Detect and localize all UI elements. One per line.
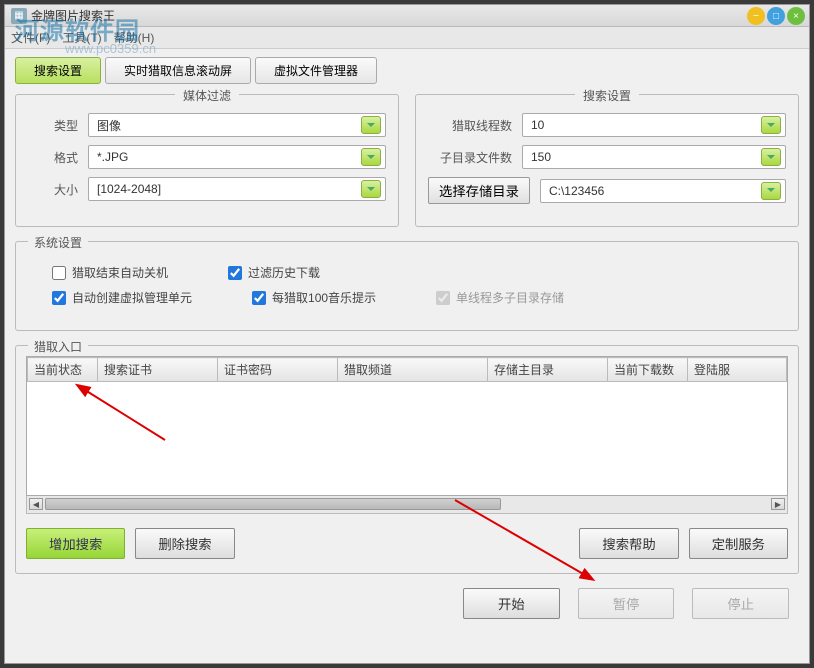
type-combo[interactable]: 图像 [88,113,386,137]
type-label: 类型 [28,117,78,134]
threads-label: 猎取线程数 [428,117,512,134]
system-settings-legend: 系统设置 [28,234,88,251]
size-value: [1024-2048] [93,182,361,196]
custom-service-button[interactable]: 定制服务 [689,528,788,559]
menu-tools[interactable]: 工具(T) [62,29,101,46]
maximize-button[interactable]: □ [767,7,785,25]
window-title: 金牌图片搜索王 [31,7,115,24]
type-value: 图像 [93,117,361,134]
window-controls: − □ × [747,7,805,25]
entry-panel: 猎取入口 当前状态 搜索证书 证书密码 猎取频道 存储主目录 当前下载数 登陆服… [15,345,799,574]
col-count[interactable]: 当前下载数 [608,358,688,382]
threads-combo[interactable]: 10 [522,113,786,137]
close-button[interactable]: × [787,7,805,25]
size-label: 大小 [28,181,78,198]
checkbox-icon[interactable] [252,291,266,305]
checkbox-icon[interactable] [52,266,66,280]
chevron-down-icon[interactable] [361,180,381,198]
chevron-down-icon[interactable] [361,116,381,134]
chk-music-hint[interactable]: 每猎取100音乐提示 [252,289,376,306]
col-dir[interactable]: 存储主目录 [488,358,608,382]
col-cert[interactable]: 搜索证书 [98,358,218,382]
choose-dir-button[interactable]: 选择存储目录 [428,177,530,204]
dir-value: C:\123456 [545,184,761,198]
tab-virtual-file-manager[interactable]: 虚拟文件管理器 [255,57,377,84]
dir-combo[interactable]: C:\123456 [540,179,786,203]
search-settings-panel: 搜索设置 猎取线程数 10 子目录文件数 150 选择存储目录 [415,94,799,227]
start-button[interactable]: 开始 [463,588,560,619]
chevron-down-icon[interactable] [761,182,781,200]
col-status[interactable]: 当前状态 [28,358,98,382]
scroll-thumb[interactable] [45,498,501,510]
col-pwd[interactable]: 证书密码 [218,358,338,382]
menubar: 文件(F) 工具(T) 帮助(H) [5,27,809,49]
chevron-down-icon[interactable] [361,148,381,166]
chevron-down-icon[interactable] [761,116,781,134]
checkbox-icon [436,291,450,305]
pause-button: 暂停 [578,588,675,619]
menu-file[interactable]: 文件(F) [11,29,50,46]
format-combo[interactable]: *.JPG [88,145,386,169]
size-combo[interactable]: [1024-2048] [88,177,386,201]
chevron-down-icon[interactable] [761,148,781,166]
app-window: 河源软件园 www.pc0359.cn ▦ 金牌图片搜索王 − □ × 文件(F… [4,4,810,664]
delete-search-button[interactable]: 删除搜索 [135,528,234,559]
checkbox-icon[interactable] [52,291,66,305]
content-area: 搜索设置 实时猎取信息滚动屏 虚拟文件管理器 媒体过滤 类型 图像 格式 *.J… [5,49,809,627]
entry-button-row: 增加搜索 删除搜索 搜索帮助 定制服务 [26,528,788,559]
col-login[interactable]: 登陆服 [688,358,787,382]
col-channel[interactable]: 猎取频道 [338,358,488,382]
entry-table[interactable]: 当前状态 搜索证书 证书密码 猎取频道 存储主目录 当前下载数 登陆服 [26,356,788,496]
subfiles-combo[interactable]: 150 [522,145,786,169]
media-filter-panel: 媒体过滤 类型 图像 格式 *.JPG 大小 [15,94,399,227]
add-search-button[interactable]: 增加搜索 [26,528,125,559]
threads-value: 10 [527,118,761,132]
scroll-right-icon[interactable]: ▶ [771,498,785,510]
stop-button: 停止 [692,588,789,619]
subfiles-label: 子目录文件数 [428,149,512,166]
menu-help[interactable]: 帮助(H) [114,29,155,46]
footer-buttons: 开始 暂停 停止 [15,588,799,619]
search-settings-legend: 搜索设置 [575,87,639,104]
horizontal-scrollbar[interactable]: ◀ ▶ [26,496,788,514]
chk-shutdown[interactable]: 猎取结束自动关机 [52,264,168,281]
checkbox-icon[interactable] [228,266,242,280]
scroll-left-icon[interactable]: ◀ [29,498,43,510]
minimize-button[interactable]: − [747,7,765,25]
format-label: 格式 [28,149,78,166]
titlebar: ▦ 金牌图片搜索王 − □ × [5,5,809,27]
top-panels: 媒体过滤 类型 图像 格式 *.JPG 大小 [15,94,799,227]
chk-single-thread: 单线程多子目录存储 [436,289,564,306]
subfiles-value: 150 [527,150,761,164]
tab-bar: 搜索设置 实时猎取信息滚动屏 虚拟文件管理器 [15,57,799,84]
search-help-button[interactable]: 搜索帮助 [579,528,678,559]
app-icon: ▦ [11,8,27,24]
system-settings-panel: 系统设置 猎取结束自动关机 过滤历史下载 自动创建虚拟管理单元 每猎取100音乐… [15,241,799,331]
format-value: *.JPG [93,150,361,164]
chk-auto-vm[interactable]: 自动创建虚拟管理单元 [52,289,192,306]
media-filter-legend: 媒体过滤 [175,87,239,104]
entry-legend: 猎取入口 [28,338,88,355]
chk-filter-history[interactable]: 过滤历史下载 [228,264,320,281]
tab-realtime-log[interactable]: 实时猎取信息滚动屏 [105,57,251,84]
tab-search-settings[interactable]: 搜索设置 [15,57,101,84]
